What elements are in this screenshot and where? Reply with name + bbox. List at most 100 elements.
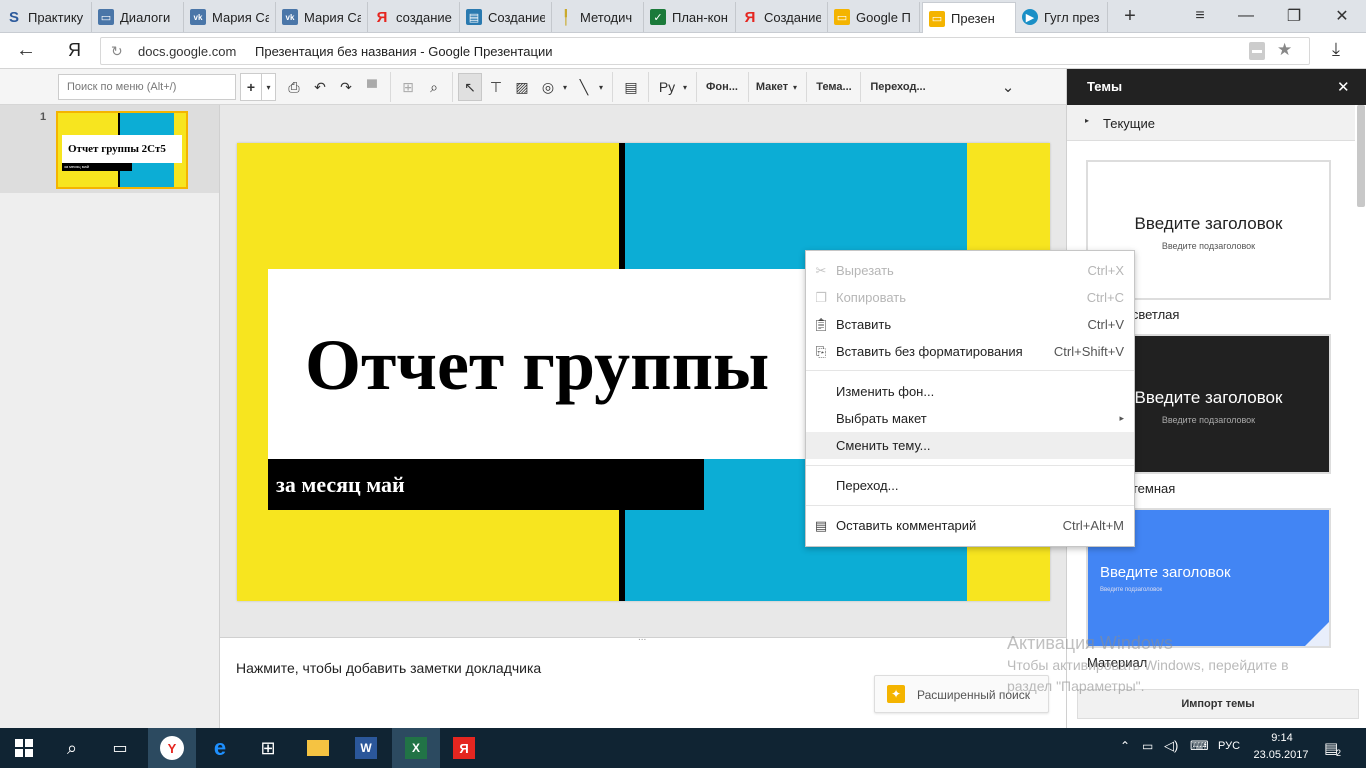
theme-button[interactable]: Тема... [812,73,856,101]
slide-subtitle[interactable]: за месяц май [276,472,405,498]
line-dropdown-icon[interactable]: ▾ [596,73,606,101]
zoom-fit-icon[interactable]: ⊞ [398,73,418,101]
address-domain: docs.google.com [138,44,237,59]
undo-icon[interactable]: ↶ [310,73,330,101]
task-view-icon[interactable]: ▭ [96,728,144,768]
activation-watermark-line: Чтобы активировать Windows, перейдите в [1007,657,1289,673]
yandex-browser-logo: Y [160,736,184,760]
yandex-icon[interactable]: Я [440,728,488,768]
browser-tab[interactable]: S Практику [0,2,92,32]
browser-tab[interactable]: ▭ Google П [828,2,920,32]
keyboard-icon[interactable]: ⌨ [1190,738,1209,754]
toolbar-divider [806,72,807,102]
add-slide-dropdown-icon[interactable]: ▾ [262,73,276,101]
tab-title: План-кон [672,9,728,25]
file-explorer-icon[interactable] [294,728,342,768]
store-icon[interactable]: ⊞ [244,728,292,768]
browser-tab[interactable]: Я Создание [736,2,828,32]
yandex-logo[interactable]: Я [68,40,81,61]
windows-start-icon[interactable] [0,728,48,768]
minimize-icon[interactable]: — [1226,4,1266,28]
language-button[interactable]: Ру [654,73,680,101]
language-dropdown-icon[interactable]: ▾ [680,73,690,101]
browser-tab[interactable]: vk Мария Са [184,2,276,32]
notes-placeholder[interactable]: Нажмите, чтобы добавить заметки докладчи… [236,660,541,676]
input-language[interactable]: РУС [1218,740,1240,752]
lock-icon[interactable]: ▬ [1249,42,1265,60]
slide-thumbnail[interactable]: Отчет группы 2Ст5 за месяц май [56,111,188,189]
menu-search-input[interactable]: Поиск по меню (Alt+/) [58,74,236,100]
back-icon[interactable]: ← [16,39,36,62]
theme-subheading: Введите подзаголовок [1100,587,1163,593]
panel-scrollbar[interactable] [1357,105,1365,207]
current-themes-row[interactable]: ▸ Текущие [1067,105,1355,141]
check-icon: ✓ [650,9,666,25]
excel-icon[interactable]: X [392,728,440,768]
notes-resize-handle[interactable]: ... [638,632,646,643]
yandex-logo-icon: Я [453,737,475,759]
word-icon[interactable]: W [342,728,390,768]
menu-item-comment[interactable]: ▤ Оставить комментарий Ctrl+Alt+M [806,512,1134,539]
menu-item-transition[interactable]: Переход... [806,472,1134,499]
menu-item-label: Оставить комментарий [836,518,977,533]
restore-icon[interactable]: ❐ [1274,4,1314,28]
tray-chevron-icon[interactable]: ⌃ [1120,739,1130,753]
paint-format-icon[interactable]: ▀ [362,73,382,101]
menu-item-change-theme[interactable]: Сменить тему... [806,432,1134,459]
download-icon[interactable]: ⤓ [1332,39,1340,60]
menu-item-paste[interactable]: 📋︎ Вставить Ctrl+V [806,311,1134,338]
close-panel-icon[interactable]: ✕ [1337,78,1350,96]
browser-tab[interactable]: ▶ Гугл през [1016,2,1108,32]
shape-icon[interactable]: ◎ [536,73,560,101]
star-icon[interactable]: ★ [1277,40,1292,60]
menu-item-paste-plain[interactable]: ⎘ Вставить без форматирования Ctrl+Shift… [806,338,1134,365]
menu-item-cut[interactable]: ✂ Вырезать Ctrl+X [806,257,1134,284]
new-tab-button[interactable]: + [1110,4,1150,28]
print-icon[interactable]: ⎙ [284,73,304,101]
add-slide-button[interactable]: + [240,73,262,101]
browser-tab[interactable]: ✓ План-кон [644,2,736,32]
yandex-icon: Я [744,8,756,26]
reload-icon[interactable]: ↻ [111,43,123,60]
clock-time[interactable]: 9:14 [1254,732,1310,744]
volume-icon[interactable]: ◁) [1164,738,1178,754]
menu-item-change-background[interactable]: Изменить фон... [806,378,1134,405]
collapse-toolbar-icon[interactable]: ⌄ [996,73,1020,101]
select-cursor-icon[interactable]: ↖ [458,73,482,101]
browser-tab[interactable]: ▭ Диалоги [92,2,184,32]
layout-dropdown-icon[interactable]: ▾ [790,73,800,101]
book-icon: ▤ [466,9,482,25]
browser-tab[interactable]: vk Мария Са [276,2,368,32]
transition-button[interactable]: Переход... [866,73,930,101]
search-icon[interactable]: ⌕ [48,728,96,768]
text-box-icon[interactable]: ⊤ [486,73,506,101]
slide-title[interactable]: Отчет группы [305,325,769,405]
menu-icon[interactable]: ≡ [1180,4,1220,28]
menu-item-copy[interactable]: ❐ Копировать Ctrl+C [806,284,1134,311]
layout-button[interactable]: Макет [754,73,790,101]
copy-icon: ❐ [815,289,827,305]
line-icon[interactable]: ╲ [574,73,594,101]
browser-tab[interactable]: ╿ Методич [552,2,644,32]
browser-tab-active[interactable]: ▭ Презен [922,2,1016,34]
s-icon: S [8,8,19,26]
yandex-browser-icon[interactable]: Y [148,728,196,768]
edge-icon[interactable]: e [196,728,244,768]
image-icon[interactable]: ▨ [512,73,532,101]
comment-toolbar-icon[interactable]: ▤ [620,73,642,101]
toolbar-divider [696,72,697,102]
redo-icon[interactable]: ↷ [336,73,356,101]
shape-dropdown-icon[interactable]: ▾ [560,73,570,101]
menu-item-shortcut: Ctrl+Shift+V [1053,344,1124,359]
menu-item-label: Сменить тему... [836,438,931,453]
zoom-icon[interactable]: ⌕ [424,73,444,101]
background-button[interactable]: Фон... [702,73,742,101]
globe-icon: ▶ [1022,9,1038,25]
close-window-icon[interactable]: ✕ [1322,4,1362,28]
menu-item-choose-layout[interactable]: Выбрать макет ▸ [806,405,1134,432]
clock-date[interactable]: 23.05.2017 [1248,749,1314,761]
browser-tab[interactable]: Я создание [368,2,460,32]
browser-tab[interactable]: ▤ Создание [460,2,552,32]
network-icon[interactable]: ▭ [1142,739,1153,753]
address-field[interactable]: ↻ docs.google.com Презентация без назван… [100,37,1310,65]
